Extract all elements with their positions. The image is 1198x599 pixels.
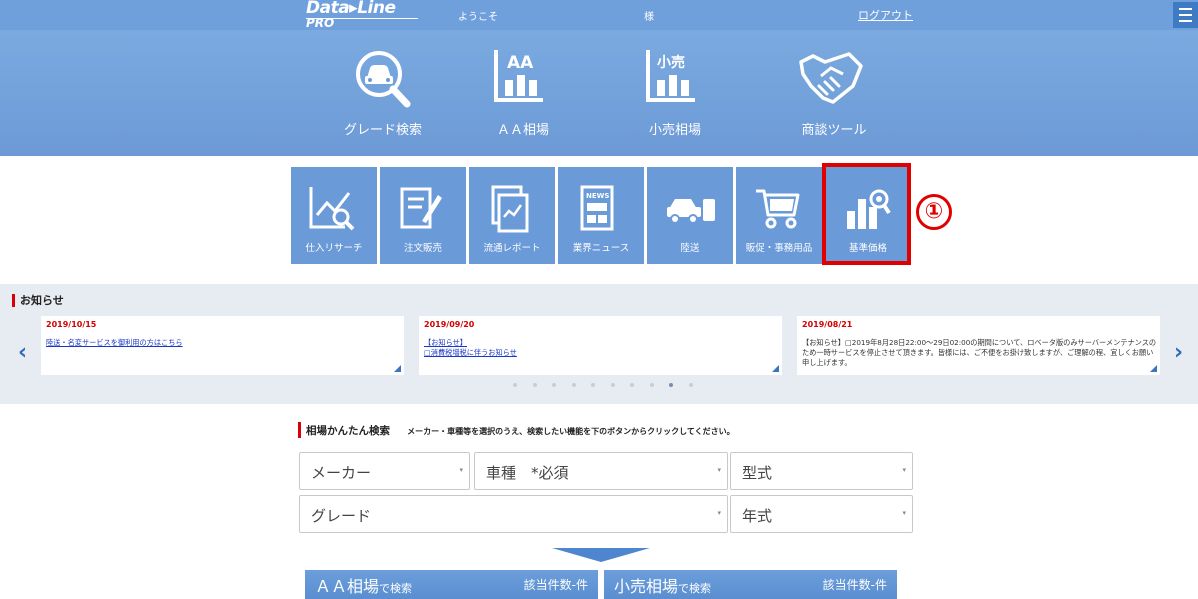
hamburger-icon[interactable] (1173, 2, 1198, 28)
aa-icon-text: AA (507, 53, 534, 73)
news-icon: NEWS (580, 185, 614, 231)
news-card[interactable]: 2019/10/15 陸送・名変サービスを御利用の方はこちら (41, 316, 404, 375)
highlight-box (822, 163, 911, 265)
grade-select[interactable]: グレード ▾ (299, 495, 728, 533)
tile-label: 業界ニュース (572, 243, 630, 254)
next-arrow-icon[interactable]: › (1174, 340, 1183, 365)
corner-triangle-icon (394, 365, 401, 372)
nav-aa-market[interactable]: AA ＡＡ相場 (458, 30, 588, 156)
nav-label: グレード検索 (343, 123, 422, 138)
tile-purchase-research[interactable]: 仕入リサーチ (291, 167, 377, 264)
search-note: メーカー・車種等を選択のうえ、検索したい機能を下のボタンからクリックしてください… (407, 427, 735, 436)
tile-industry-news[interactable]: NEWS 業界ニュース (558, 167, 644, 264)
carousel-dot[interactable] (649, 383, 654, 387)
nav-label: ＡＡ相場 (496, 123, 549, 138)
tile-promo-supplies[interactable]: 販促・事務用品 (736, 167, 822, 264)
news-link[interactable]: 【お知らせ】 □消費税増税に伴うお知らせ (424, 338, 779, 358)
chevron-down-icon: ▾ (902, 466, 906, 474)
select-value: 車種 *必須 (486, 464, 569, 482)
retail-search-button[interactable]: 小売相場で検索 該当件数-件 (604, 570, 897, 599)
news-date: 2019/08/21 (802, 320, 853, 329)
button-label: 小売相場で検索 (614, 577, 712, 596)
prev-arrow-icon[interactable]: ‹ (18, 340, 27, 365)
carousel-dot[interactable] (513, 383, 517, 387)
year-select[interactable]: 年式 ▾ (730, 495, 913, 533)
tile-label: 陸送 (680, 243, 700, 254)
tile-transport[interactable]: 陸送 (647, 167, 733, 264)
button-label: ＡＡ相場で検索 (315, 577, 413, 596)
nav-label: 小売相場 (648, 123, 701, 138)
nav-grade-search[interactable]: グレード検索 (318, 30, 448, 156)
down-triangle-icon (552, 548, 650, 562)
chevron-down-icon: ▾ (902, 509, 906, 517)
tile-label: 流通レポート (483, 243, 541, 254)
news-link-line[interactable]: □消費税増税に伴うお知らせ (424, 348, 779, 358)
tile-label: 注文販売 (403, 243, 442, 254)
welcome-text: ようこそ (458, 12, 498, 23)
tile-order-sales[interactable]: 注文販売 (380, 167, 466, 264)
chevron-down-icon: ▾ (717, 509, 721, 517)
dataline-logo[interactable]: Data▸Line PRO (306, 0, 426, 30)
carousel-dot[interactable] (669, 383, 673, 387)
aa-search-button[interactable]: ＡＡ相場で検索 該当件数-件 (305, 570, 598, 599)
chevron-down-icon: ▾ (717, 466, 721, 474)
select-value: 型式 (742, 464, 773, 482)
corner-triangle-icon (772, 365, 779, 372)
news-icon-text: NEWS (586, 192, 609, 200)
news-heading: お知らせ (12, 294, 64, 307)
carousel-dot[interactable] (552, 383, 556, 387)
chevron-down-icon: ▾ (459, 466, 463, 474)
tile-label: 販促・事務用品 (745, 243, 813, 254)
nav-deal-tools[interactable]: 商談ツール (769, 30, 899, 156)
carousel-dot[interactable] (532, 383, 537, 387)
cart-icon (756, 189, 800, 229)
report-icon (491, 185, 529, 233)
main-navigation: グレード検索 AA ＡＡ相場 小売 小売相場 商談ツール (0, 30, 1198, 156)
handshake-icon (799, 52, 863, 104)
logo-sub-text: PRO (306, 16, 335, 30)
logout-link[interactable]: ログアウト (858, 7, 913, 23)
select-value: グレード (311, 507, 372, 525)
news-card[interactable]: 2019/09/20 【お知らせ】 □消費税増税に伴うお知らせ (419, 316, 782, 375)
select-value: 年式 (742, 507, 773, 525)
search-title: 相場かんたん検索 (306, 425, 390, 437)
annotation-marker: ① (916, 194, 952, 230)
nav-label: 商談ツール (801, 123, 867, 138)
news-date: 2019/09/20 (424, 320, 475, 329)
news-card[interactable]: 2019/08/21 【お知らせ】□2019年8月28日22:00～29日02:… (797, 316, 1160, 375)
tile-label: 仕入リサーチ (305, 243, 363, 254)
top-header-bar: Data▸Line PRO ようこそ 様 ログアウト (0, 0, 1198, 30)
car-search-icon (356, 51, 411, 108)
model-select[interactable]: 車種 *必須 ▾ (474, 452, 728, 490)
news-text: 【お知らせ】□2019年8月28日22:00～29日02:00の期間について、ロ… (802, 338, 1157, 367)
truck-icon (667, 199, 715, 224)
retail-chart-icon: 小売 (646, 50, 695, 102)
corner-triangle-icon (1150, 365, 1157, 372)
research-icon (309, 187, 355, 231)
carousel-dot[interactable] (571, 383, 576, 387)
carousel-dot[interactable] (591, 383, 595, 387)
maker-select[interactable]: メーカー ▾ (299, 452, 470, 490)
honorific-text: 様 (644, 12, 654, 23)
order-icon (400, 187, 442, 229)
type-select[interactable]: 型式 ▾ (730, 452, 913, 490)
carousel-dot[interactable] (610, 383, 615, 387)
result-count: 該当件数-件 (822, 578, 887, 592)
carousel-dot[interactable] (630, 383, 634, 387)
news-link[interactable]: 陸送・名変サービスを御利用の方はこちら (46, 338, 401, 348)
carousel-dot[interactable] (688, 383, 693, 387)
news-section: お知らせ 2019/10/15 陸送・名変サービスを御利用の方はこちら 2019… (0, 284, 1198, 404)
nav-retail-market[interactable]: 小売 小売相場 (610, 30, 740, 156)
select-value: メーカー (311, 464, 372, 482)
search-heading: 相場かんたん検索 メーカー・車種等を選択のうえ、検索したい機能を下のボタンからク… (298, 422, 735, 438)
retail-icon-text: 小売 (657, 54, 685, 71)
news-link-line[interactable]: 【お知らせ】 (424, 338, 779, 348)
result-count: 該当件数-件 (523, 578, 588, 592)
aa-chart-icon: AA (494, 50, 543, 102)
news-date: 2019/10/15 (46, 320, 97, 329)
tile-distribution-report[interactable]: 流通レポート (469, 167, 555, 264)
